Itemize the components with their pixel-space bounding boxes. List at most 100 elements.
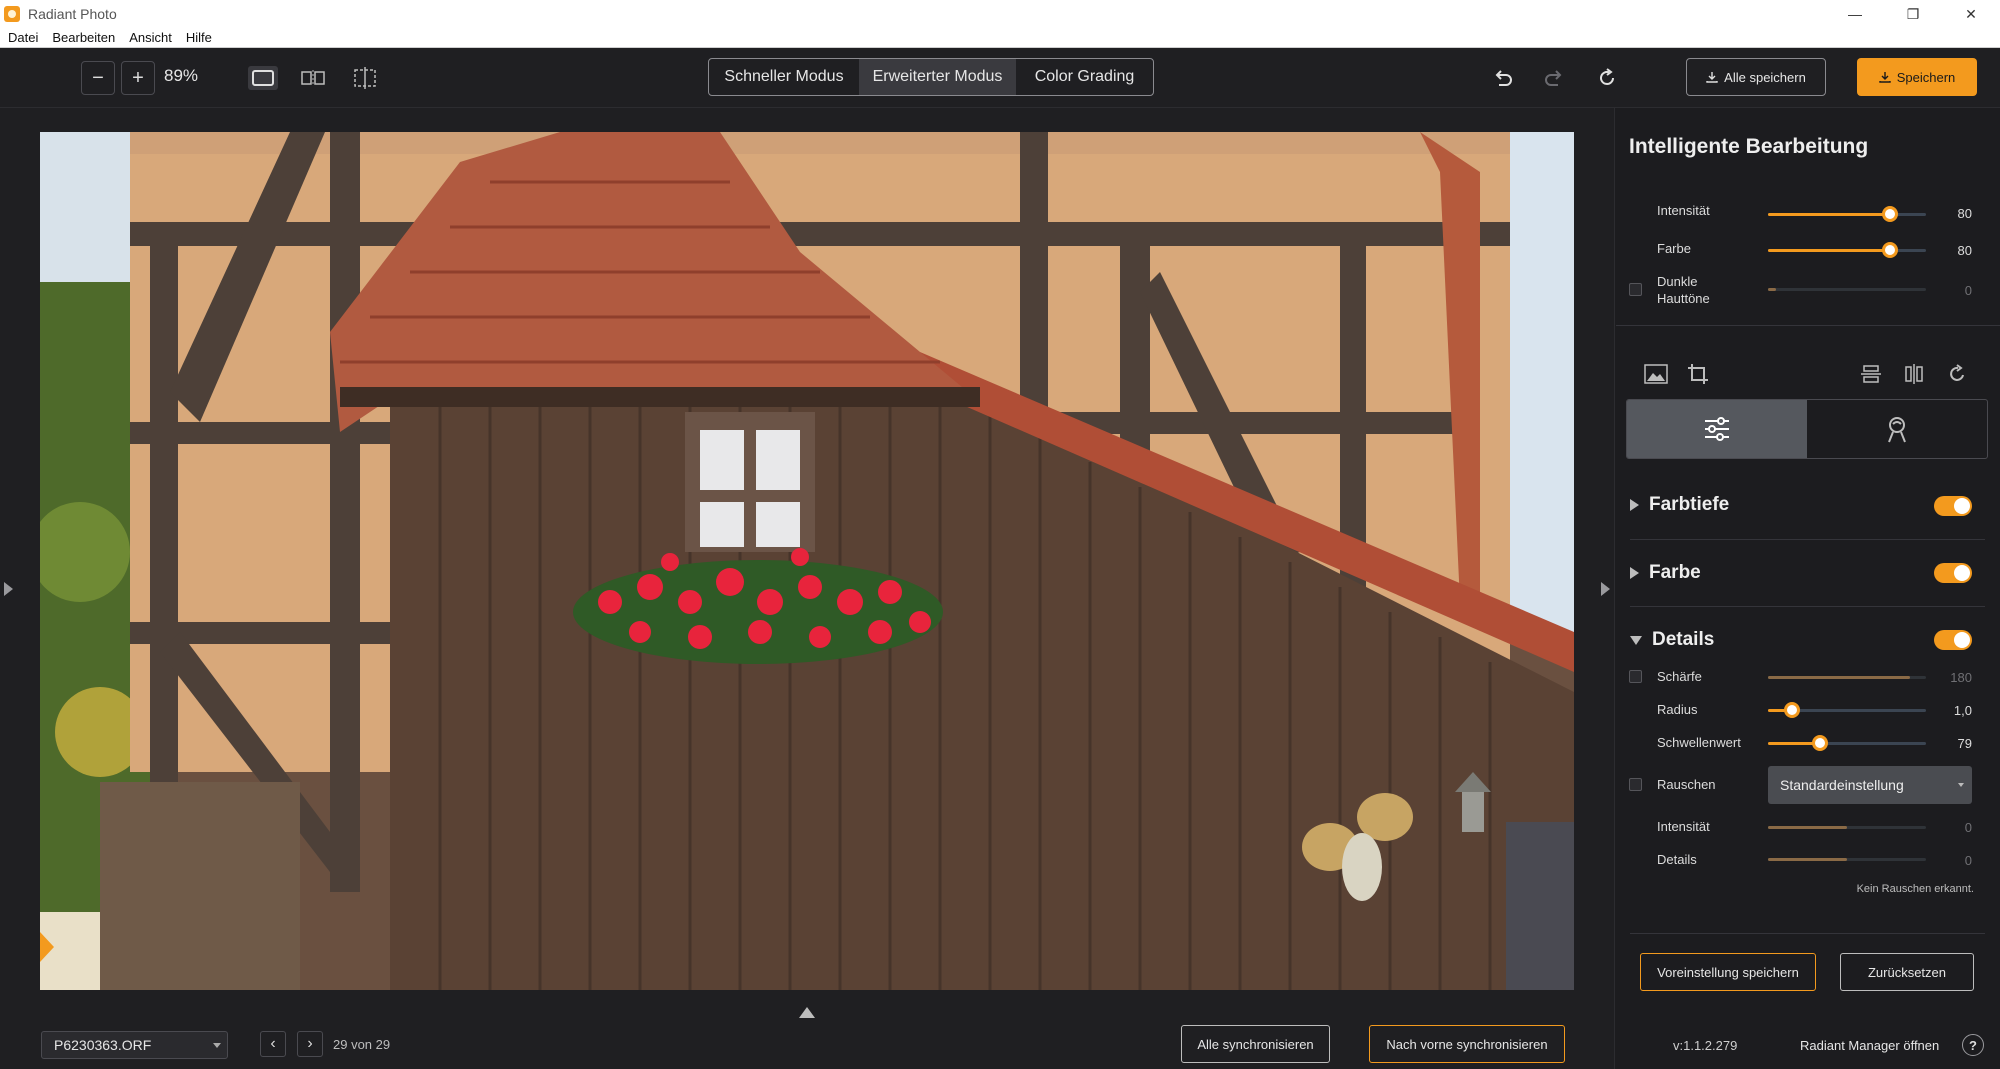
minimize-button[interactable]: — <box>1826 0 1884 28</box>
sliders-icon <box>1705 417 1729 441</box>
intensity-slider-handle[interactable] <box>1882 206 1898 222</box>
zoom-level: 89% <box>164 66 199 85</box>
color-value: 80 <box>1957 243 1972 258</box>
divider <box>1630 933 1985 934</box>
radius-value: 1,0 <box>1953 703 1972 718</box>
single-view-icon[interactable] <box>248 66 278 90</box>
window-controls: — ❐ ✕ <box>1826 0 2000 28</box>
section-farbe[interactable]: Farbe <box>1630 562 1701 584</box>
farbe-toggle[interactable] <box>1934 563 1972 583</box>
menu-bearbeiten[interactable]: Bearbeiten <box>52 30 115 45</box>
mode-advanced[interactable]: Erweiterter Modus <box>859 59 1016 95</box>
title-bar: Radiant Photo — ❐ ✕ <box>0 0 2000 28</box>
sharpness-checkbox[interactable] <box>1629 670 1642 683</box>
save-label: Speichern <box>1896 69 1956 85</box>
file-name: P6230363.ORF <box>54 1037 152 1053</box>
redo-icon[interactable] <box>1539 64 1569 92</box>
section-details[interactable]: Details <box>1630 629 1714 651</box>
noise-details-label: Details <box>1657 852 1697 867</box>
file-select[interactable]: P6230363.ORF <box>41 1031 228 1059</box>
intensity-label: Intensität <box>1657 203 1710 218</box>
flip-vertical-icon[interactable] <box>1858 362 1884 386</box>
dark-skin-label: Dunkle <box>1657 274 1698 289</box>
noise-mode-value: Standardeinstellung <box>1780 777 1904 793</box>
radius-slider[interactable] <box>1768 702 1926 718</box>
portrait-icon <box>1888 417 1906 443</box>
flip-horizontal-icon[interactable] <box>1901 362 1927 386</box>
threshold-label: Schwellenwert <box>1657 735 1741 750</box>
right-panel-toggle-icon[interactable] <box>1601 582 1610 596</box>
close-button[interactable]: ✕ <box>1942 0 2000 28</box>
dark-skin-checkbox[interactable] <box>1629 283 1642 296</box>
reset-button[interactable]: Zurücksetzen <box>1840 953 1974 991</box>
noise-details-value: 0 <box>1964 853 1972 868</box>
zoom-out-button[interactable]: − <box>81 61 115 95</box>
version-label: v:1.1.2.279 <box>1673 1038 1738 1053</box>
menu-ansicht[interactable]: Ansicht <box>129 30 172 45</box>
farbtiefe-toggle[interactable] <box>1934 496 1972 516</box>
tab-adjustments[interactable] <box>1627 400 1807 458</box>
zoom-in-button[interactable]: + <box>121 61 155 95</box>
divider <box>1630 539 1985 540</box>
noise-details-slider[interactable] <box>1768 858 1926 861</box>
dark-skin-label-2: Hauttöne <box>1657 291 1710 306</box>
open-manager-link[interactable]: Radiant Manager öffnen <box>1800 1038 1939 1053</box>
color-slider[interactable] <box>1768 242 1926 258</box>
mode-quick[interactable]: Schneller Modus <box>709 59 859 95</box>
threshold-slider-handle[interactable] <box>1812 735 1828 751</box>
intensity-slider[interactable] <box>1768 206 1926 222</box>
noise-intensity-value: 0 <box>1964 820 1972 835</box>
noise-mode-select[interactable]: Standardeinstellung <box>1768 766 1972 804</box>
compare-view-icon[interactable] <box>350 66 380 90</box>
sync-forward-button[interactable]: Nach vorne synchronisieren <box>1369 1025 1565 1063</box>
sharpness-label: Schärfe <box>1657 669 1702 684</box>
details-toggle[interactable] <box>1934 630 1972 650</box>
section-farbtiefe[interactable]: Farbtiefe <box>1630 494 1729 516</box>
reset-rotate-icon[interactable] <box>1592 64 1622 92</box>
save-button[interactable]: Speichern <box>1857 58 1977 96</box>
chevron-down-icon <box>213 1043 221 1048</box>
divider <box>1630 606 1985 607</box>
noise-label: Rauschen <box>1657 777 1716 792</box>
save-preset-button[interactable]: Voreinstellung speichern <box>1640 953 1816 991</box>
section-details-label: Details <box>1652 629 1715 650</box>
sharpness-value: 180 <box>1950 670 1972 685</box>
save-all-label: Alle speichern <box>1724 69 1806 85</box>
split-view-icon[interactable] <box>298 66 328 90</box>
help-button[interactable]: ? <box>1962 1034 1984 1056</box>
photo-image <box>40 132 1574 990</box>
noise-checkbox[interactable] <box>1629 778 1642 791</box>
collapse-icon <box>1630 635 1642 645</box>
save-all-button[interactable]: Alle speichern <box>1686 58 1826 96</box>
dark-skin-slider[interactable] <box>1768 288 1926 291</box>
download-icon <box>1879 72 1891 83</box>
menu-hilfe[interactable]: Hilfe <box>186 30 212 45</box>
photo-canvas[interactable] <box>40 132 1574 990</box>
mode-color-grading[interactable]: Color Grading <box>1016 59 1153 95</box>
sync-all-button[interactable]: Alle synchronisieren <box>1181 1025 1330 1063</box>
app-logo-icon <box>4 6 20 22</box>
undo-icon[interactable] <box>1488 64 1518 92</box>
tab-portrait[interactable] <box>1807 400 1987 458</box>
filmstrip-toggle-icon[interactable] <box>799 1007 815 1018</box>
image-icon[interactable] <box>1643 362 1669 386</box>
previous-image-button[interactable]: ‹ <box>260 1031 286 1057</box>
expand-icon <box>1630 499 1639 511</box>
maximize-button[interactable]: ❐ <box>1884 0 1942 28</box>
next-image-button[interactable]: › <box>297 1031 323 1057</box>
section-farbe-label: Farbe <box>1649 562 1701 583</box>
threshold-slider[interactable] <box>1768 735 1926 751</box>
color-slider-handle[interactable] <box>1882 242 1898 258</box>
left-panel-toggle-icon[interactable] <box>4 582 13 596</box>
menu-datei[interactable]: Datei <box>8 30 38 45</box>
crop-icon[interactable] <box>1685 362 1711 386</box>
image-counter: 29 von 29 <box>333 1037 391 1052</box>
rotate-icon[interactable] <box>1944 362 1970 386</box>
intensity-value: 80 <box>1957 206 1972 221</box>
chevron-down-icon <box>1958 783 1964 787</box>
noise-intensity-slider[interactable] <box>1768 826 1926 829</box>
sharpness-slider[interactable] <box>1768 676 1926 679</box>
radius-slider-handle[interactable] <box>1784 702 1800 718</box>
mode-switcher: Schneller Modus Erweiterter Modus Color … <box>708 58 1154 96</box>
divider <box>1616 325 2000 326</box>
